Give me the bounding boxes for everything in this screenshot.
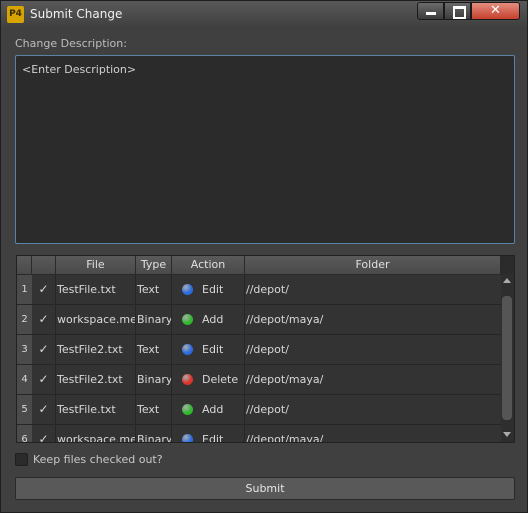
row-number: 5 [17, 395, 32, 424]
edit-status-icon [182, 284, 193, 295]
header-type[interactable]: Type [136, 256, 172, 274]
checked-icon[interactable]: ✓ [32, 305, 56, 334]
submit-change-window: P4 Submit Change ✕ Change Description: <… [0, 0, 528, 513]
edit-status-icon [182, 344, 193, 355]
header-action[interactable]: Action [172, 256, 245, 274]
vertical-scrollbar[interactable] [501, 274, 514, 442]
header-file[interactable]: File [56, 256, 136, 274]
row-number: 2 [17, 305, 32, 334]
action-label: Edit [202, 283, 224, 296]
header-rownum[interactable] [17, 256, 32, 274]
table-row[interactable]: 4 ✓ TestFile2.txt Binary Delete //depot/… [17, 365, 501, 395]
header-checked[interactable] [32, 256, 56, 274]
file-name: workspace.mel [56, 425, 136, 442]
file-type: Text [136, 335, 172, 364]
scroll-thumb[interactable] [502, 296, 512, 420]
add-status-icon [182, 314, 193, 325]
folder-path: //depot/ [246, 283, 289, 296]
checked-icon[interactable]: ✓ [32, 425, 56, 442]
checked-icon[interactable]: ✓ [32, 365, 56, 394]
action-cell: Add [172, 395, 245, 424]
checked-icon[interactable]: ✓ [32, 335, 56, 364]
change-description-label: Change Description: [15, 37, 127, 50]
row-number: 3 [17, 335, 32, 364]
file-name: TestFile.txt [56, 275, 136, 304]
checked-icon[interactable]: ✓ [32, 275, 56, 304]
table-row[interactable]: 5 ✓ TestFile.txt Text Add //depot/ [17, 395, 501, 425]
row-number: 4 [17, 365, 32, 394]
close-button[interactable]: ✕ [471, 2, 520, 20]
title-bar[interactable]: P4 Submit Change ✕ [1, 1, 527, 29]
row-number: 1 [17, 275, 32, 304]
table-row[interactable]: 3 ✓ TestFile2.txt Text Edit //depot/ [17, 335, 501, 365]
file-type: Binary [136, 305, 172, 334]
submit-button[interactable]: Submit [15, 477, 515, 500]
change-description-input[interactable]: <Enter Description> [15, 55, 515, 244]
scroll-up-icon[interactable] [503, 278, 511, 283]
row-number: 6 [17, 425, 32, 442]
edit-status-icon [182, 434, 193, 442]
action-cell: Edit [172, 275, 245, 304]
keep-checked-out-checkbox[interactable] [15, 453, 28, 466]
file-table: File Type Action Folder 1 ✓ TestFile.txt… [16, 255, 515, 443]
header-folder[interactable]: Folder [245, 256, 501, 274]
action-cell: Add [172, 305, 245, 334]
checked-icon[interactable]: ✓ [32, 395, 56, 424]
folder-path: //depot/ [246, 403, 289, 416]
close-icon: ✕ [490, 3, 501, 18]
scroll-down-icon[interactable] [503, 432, 511, 437]
file-name: TestFile2.txt [56, 365, 136, 394]
delete-status-icon [182, 374, 193, 385]
keep-checked-out-label: Keep files checked out? [33, 453, 163, 466]
file-name: TestFile.txt [56, 395, 136, 424]
file-type: Binary [136, 365, 172, 394]
maximize-icon [453, 6, 466, 19]
folder-path: //depot/maya/ [246, 313, 324, 326]
file-name: TestFile2.txt [56, 335, 136, 364]
action-label: Add [202, 403, 224, 416]
maximize-button[interactable] [444, 2, 471, 20]
action-label: Add [202, 313, 224, 326]
perforce-logo-icon: P4 [7, 6, 24, 23]
minimize-button[interactable] [417, 2, 444, 20]
action-cell: Edit [172, 425, 245, 443]
table-row[interactable]: 2 ✓ workspace.mel Binary Add //depot/may… [17, 305, 501, 335]
folder-path: //depot/ [246, 343, 289, 356]
file-name: workspace.mel [56, 305, 136, 334]
table-row[interactable]: 6 ✓ workspace.mel Binary Edit //depot/ma… [17, 425, 501, 443]
action-label: Delete [202, 373, 239, 386]
minimize-icon [426, 12, 436, 15]
file-type: Binary [136, 425, 172, 442]
folder-path: //depot/maya/ [246, 373, 324, 386]
action-label: Edit [202, 433, 224, 443]
table-row[interactable]: 1 ✓ TestFile.txt Text Edit //depot/ [17, 275, 501, 305]
action-label: Edit [202, 343, 224, 356]
add-status-icon [182, 404, 193, 415]
window-title: Submit Change [30, 7, 123, 21]
description-placeholder: <Enter Description> [22, 63, 137, 76]
action-cell: Edit [172, 335, 245, 364]
action-cell: Delete [172, 365, 245, 394]
file-type: Text [136, 275, 172, 304]
file-type: Text [136, 395, 172, 424]
folder-path: //depot/maya/ [246, 433, 324, 443]
